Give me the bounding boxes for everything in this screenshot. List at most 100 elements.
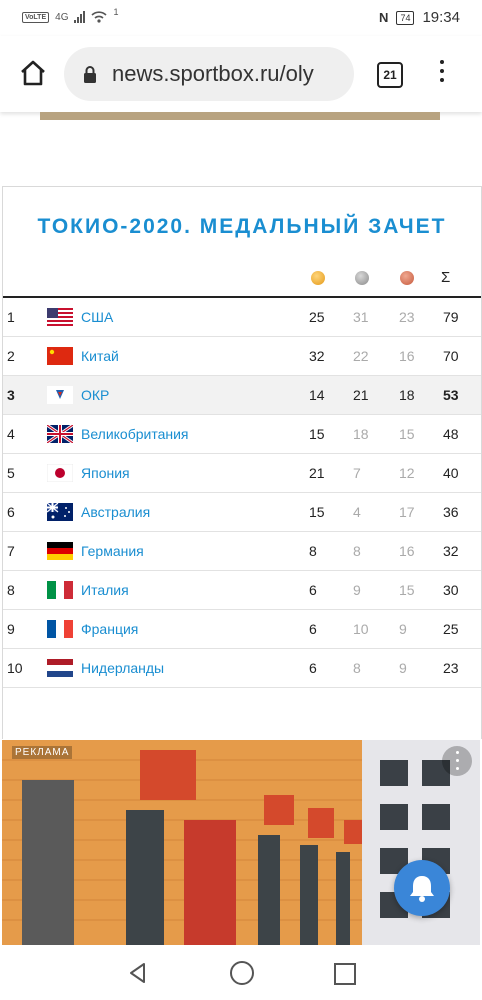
lock-icon	[84, 66, 96, 83]
silver-cell: 21	[353, 387, 369, 403]
silver-cell: 7	[353, 465, 361, 481]
bronze-cell: 16	[399, 543, 415, 559]
bell-icon	[410, 876, 434, 902]
rank-cell: 7	[7, 543, 15, 559]
total-cell: 36	[443, 504, 459, 520]
wifi-count: 1	[113, 7, 119, 17]
gold-cell: 15	[309, 504, 325, 520]
country-link[interactable]: Германия	[81, 543, 144, 559]
total-cell: 70	[443, 348, 459, 364]
rank-cell: 2	[7, 348, 15, 364]
table-row[interactable]: 4 Великобритания 15 18 15 48	[3, 415, 481, 454]
usa-flag-icon	[47, 308, 73, 326]
total-cell: 48	[443, 426, 459, 442]
table-row[interactable]: 6 Австралия 15 4 17 36	[3, 493, 481, 532]
rank-cell: 8	[7, 582, 15, 598]
country-link[interactable]: Япония	[81, 465, 130, 481]
table-row[interactable]: 3 ОКР 14 21 18 53	[3, 376, 481, 415]
table-row[interactable]: 10 Нидерланды 6 8 9 23	[3, 649, 481, 688]
country-link[interactable]: США	[81, 309, 113, 325]
gold-cell: 6	[309, 660, 317, 676]
silver-cell: 9	[353, 582, 361, 598]
notification-bell-button[interactable]	[394, 860, 450, 916]
silver-cell: 22	[353, 348, 369, 364]
more-menu-icon[interactable]	[436, 60, 448, 90]
silver-cell: 8	[353, 660, 361, 676]
gold-cell: 15	[309, 426, 325, 442]
medal-table-card: ТОКИО-2020. МЕДАЛЬНЫЙ ЗАЧЕТ Σ 1 США 25 31 23…	[2, 186, 482, 739]
bronze-cell: 15	[399, 582, 415, 598]
table-row[interactable]: 2 Китай 32 22 16 70	[3, 337, 481, 376]
system-nav-bar	[0, 945, 482, 1000]
ad-label: РЕКЛАМА	[12, 746, 73, 759]
country-link[interactable]: Австралия	[81, 504, 150, 520]
wifi-icon	[91, 11, 108, 23]
gold-medal-icon	[311, 271, 325, 285]
status-right: N 74 19:34	[379, 9, 460, 26]
home-icon[interactable]	[18, 58, 48, 88]
country-link[interactable]: ОКР	[81, 387, 109, 403]
china-flag-icon	[47, 347, 73, 365]
total-cell: 40	[443, 465, 459, 481]
bronze-cell: 18	[399, 387, 415, 403]
table-row[interactable]: 8 Италия 6 9 15 30	[3, 571, 481, 610]
battery-icon: 74	[396, 10, 415, 25]
recent-apps-icon[interactable]	[334, 963, 356, 985]
total-cell: 30	[443, 582, 459, 598]
gold-cell: 32	[309, 348, 325, 364]
tab-switcher-button[interactable]: 21	[377, 62, 403, 88]
status-left: VoLTE 4G 1	[22, 7, 119, 24]
australia-flag-icon	[47, 503, 73, 521]
rank-cell: 4	[7, 426, 15, 442]
country-link[interactable]: Нидерланды	[81, 660, 164, 676]
table-row[interactable]: 7 Германия 8 8 16 32	[3, 532, 481, 571]
bronze-cell: 23	[399, 309, 415, 325]
silver-cell: 8	[353, 543, 361, 559]
italy-flag-icon	[47, 581, 73, 599]
gold-cell: 14	[309, 387, 325, 403]
gold-cell: 8	[309, 543, 317, 559]
status-bar: VoLTE 4G 1 N 74 19:34	[0, 0, 482, 36]
bronze-cell: 12	[399, 465, 415, 481]
country-link[interactable]: Италия	[81, 582, 129, 598]
japan-flag-icon	[47, 464, 73, 482]
rank-cell: 1	[7, 309, 15, 325]
table-row[interactable]: 9 Франция 6 10 9 25	[3, 610, 481, 649]
silver-cell: 4	[353, 504, 361, 520]
country-link[interactable]: Франция	[81, 621, 138, 637]
signal-icon	[74, 11, 86, 23]
address-bar[interactable]: news.sportbox.ru/oly	[64, 47, 354, 101]
country-link[interactable]: Китай	[81, 348, 119, 364]
silver-cell: 31	[353, 309, 369, 325]
ad-options-icon[interactable]	[442, 746, 472, 776]
url-text: news.sportbox.ru/oly	[112, 61, 314, 86]
uk-flag-icon	[47, 425, 73, 443]
country-link[interactable]: Великобритания	[81, 426, 189, 442]
gold-cell: 6	[309, 582, 317, 598]
medal-table-rows: 1 США 25 31 23 79 2 Китай 32 22 16 70 3 ОКР 14 21 18 53 4 В…	[3, 298, 481, 688]
roc-flag-icon	[47, 386, 73, 404]
bronze-cell: 16	[399, 348, 415, 364]
total-header: Σ	[441, 269, 451, 286]
rank-cell: 5	[7, 465, 15, 481]
table-row[interactable]: 1 США 25 31 23 79	[3, 298, 481, 337]
bronze-cell: 17	[399, 504, 415, 520]
back-icon[interactable]	[126, 961, 150, 985]
total-cell: 23	[443, 660, 459, 676]
gold-cell: 25	[309, 309, 325, 325]
bronze-cell: 9	[399, 660, 407, 676]
rank-cell: 9	[7, 621, 15, 637]
browser-toolbar: news.sportbox.ru/oly 21	[0, 36, 482, 112]
bronze-cell: 9	[399, 621, 407, 637]
home-nav-icon[interactable]	[230, 961, 254, 985]
bronze-cell: 15	[399, 426, 415, 442]
silver-cell: 10	[353, 621, 369, 637]
silver-cell: 18	[353, 426, 369, 442]
rank-cell: 3	[7, 387, 15, 403]
volte-badge: VoLTE	[22, 11, 50, 23]
silver-medal-icon	[355, 271, 369, 285]
table-row[interactable]: 5 Япония 21 7 12 40	[3, 454, 481, 493]
rank-cell: 6	[7, 504, 15, 520]
banner-edge	[40, 112, 440, 120]
total-cell: 32	[443, 543, 459, 559]
